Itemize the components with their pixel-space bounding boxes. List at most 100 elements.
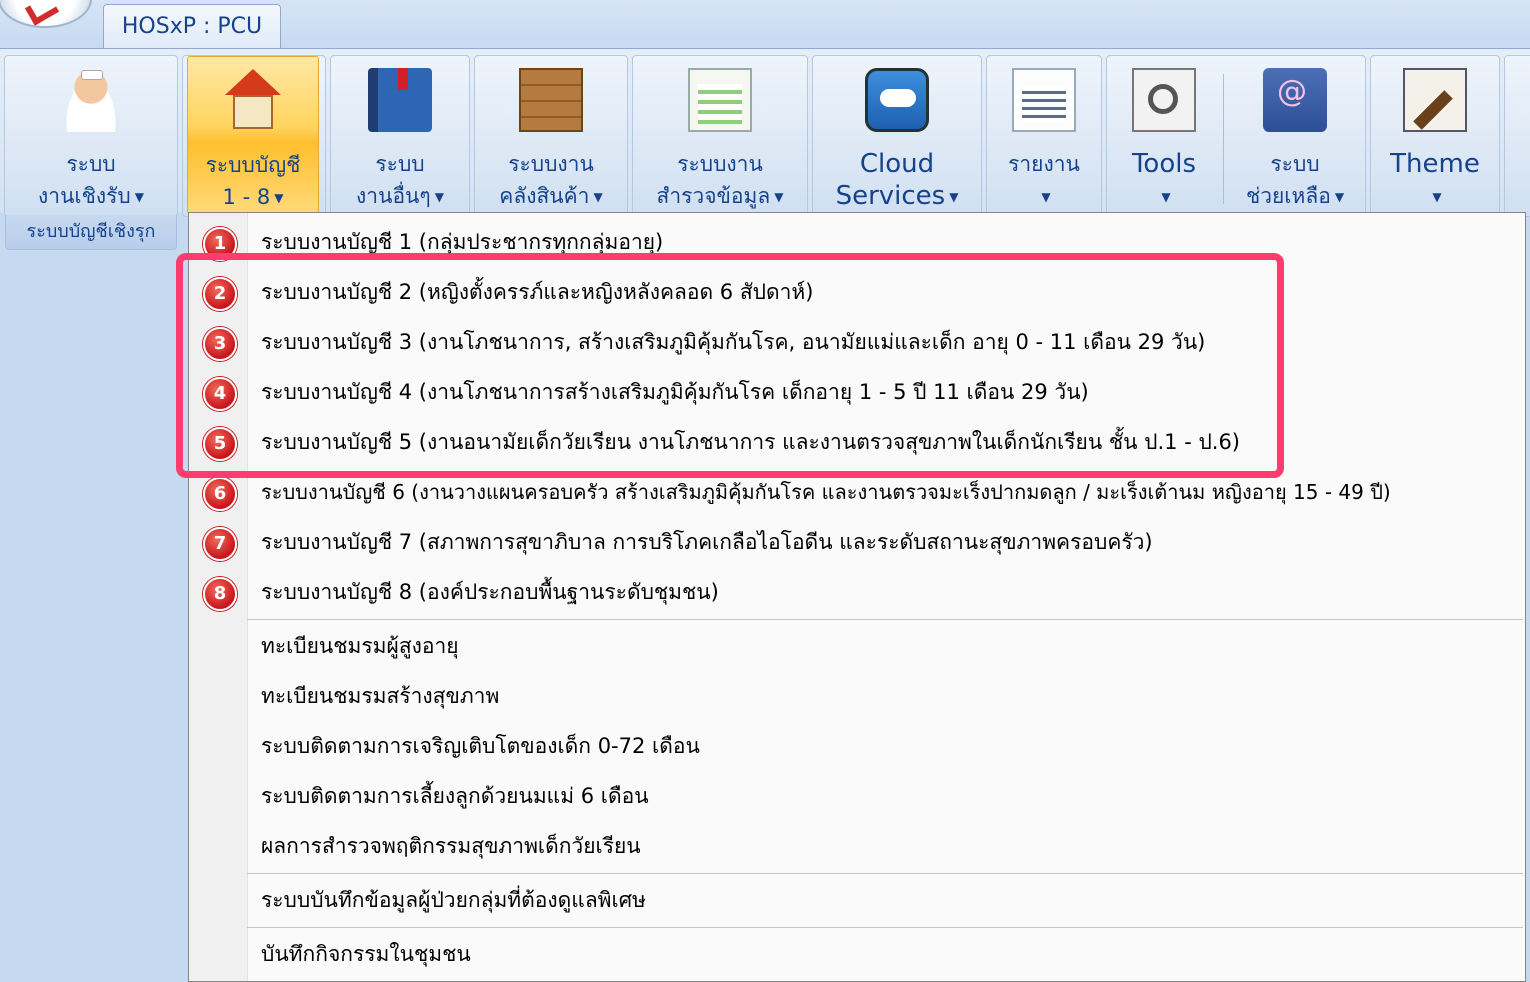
menu-item-elderly-club[interactable]: ทะเบียนชมรมผู้สูงอายุ xyxy=(189,621,1525,671)
ribbon-group-survey: ระบบงาน สำรวจข้อมูล ▼ xyxy=(632,55,808,217)
menu-item-account-1[interactable]: 1 ระบบงานบัญชี 1 (กลุ่มประชากรทุกกลุ่มอา… xyxy=(189,217,1525,267)
tab-hosxp-pcu[interactable]: HOSxP : PCU xyxy=(103,4,281,49)
number-1-badge-icon: 1 xyxy=(203,227,237,261)
inventory-label-2: คลังสินค้า xyxy=(499,184,590,208)
chevron-down-icon: ▼ xyxy=(1334,190,1345,204)
menu-item-label: ระบบบันทึกข้อมูลผู้ป่วยกลุ่มที่ต้องดูแลพ… xyxy=(261,888,646,912)
menu-item-account-3[interactable]: 3 ระบบงานบัญชี 3 (งานโภชนาการ, สร้างเสริ… xyxy=(189,317,1525,367)
other-work-button[interactable]: ระบบ งานอื่นๆ ▼ xyxy=(331,56,469,212)
menu-item-label: ระบบติดตามการเลี้ยงลูกด้วยนมแม่ 6 เดือน xyxy=(261,784,649,808)
number-2-badge-icon: 2 xyxy=(203,277,237,311)
menu-item-account-7[interactable]: 7 ระบบงานบัญชี 7 (สภาพการสุขาภิบาล การบร… xyxy=(189,517,1525,567)
tools-button[interactable]: Tools ▼ xyxy=(1107,56,1221,212)
survey-label-2: สำรวจข้อมูล xyxy=(656,184,771,208)
cloud-label-1: Cloud xyxy=(859,149,935,179)
accounts-label-2: 1 - 8 xyxy=(222,185,271,209)
menu-item-community-activity[interactable]: บันทึกกิจกรรมในชุมชน xyxy=(189,929,1525,979)
menu-item-label: ระบบงานบัญชี 1 (กลุ่มประชากรทุกกลุ่มอายุ… xyxy=(261,230,664,254)
spreadsheet-icon xyxy=(688,68,752,132)
menu-item-label: ระบบงานบัญชี 7 (สภาพการสุขาภิบาล การบริโ… xyxy=(261,530,1153,554)
report-label: รายงาน xyxy=(1008,152,1080,176)
chevron-down-icon: ▼ xyxy=(774,190,784,204)
ribbon-group-tools-help: Tools▼ ระบบช่วยเหลือ▼ xyxy=(1106,55,1366,217)
house-icon xyxy=(221,69,285,133)
report-button[interactable]: รายงาน ▼ xyxy=(987,56,1101,212)
chevron-down-icon: ▼ xyxy=(134,190,144,204)
menu-item-school-behavior-survey[interactable]: ผลการสำรวจพฤติกรรมสุขภาพเด็กวัยเรียน xyxy=(189,821,1525,871)
menu-item-label: ระบบงานบัญชี 2 (หญิงตั้งครรภ์และหญิงหลัง… xyxy=(261,280,814,304)
theme-brush-icon xyxy=(1403,68,1467,132)
theme-label: Theme xyxy=(1390,149,1480,179)
menu-item-label: บันทึกกิจกรรมในชุมชน xyxy=(261,942,471,966)
passive-work-label-2: งานเชิงรับ xyxy=(38,184,131,208)
ribbon-group-theme: Theme ▼ xyxy=(1370,55,1500,217)
logo-mark xyxy=(24,0,60,26)
theme-button[interactable]: Theme ▼ xyxy=(1371,56,1499,212)
cloud-services-button[interactable]: Cloud Services ▼ xyxy=(813,56,981,212)
menu-divider xyxy=(247,873,1523,874)
help-label-2: ช่วยเหลือ xyxy=(1245,184,1331,208)
passive-work-button[interactable]: ระบบงานเชิงรับ ▼ xyxy=(5,56,177,212)
ribbon-group-report: รายงาน ▼ xyxy=(986,55,1102,217)
accounts-label-1: ระบบบัญชี xyxy=(205,153,301,177)
ribbon-group-accounts: ระบบบัญชี 1 - 8 ▼ xyxy=(182,55,326,217)
menu-item-breastfeeding[interactable]: ระบบติดตามการเลี้ยงลูกด้วยนมแม่ 6 เดือน xyxy=(189,771,1525,821)
menu-item-account-6[interactable]: 6 ระบบงานบัญชี 6 (งานวางแผนครอบครัว สร้า… xyxy=(189,467,1525,517)
menu-item-health-club[interactable]: ทะเบียนชมรมสร้างสุขภาพ xyxy=(189,671,1525,721)
app-logo[interactable] xyxy=(0,0,92,28)
inventory-button[interactable]: ระบบงานคลังสินค้า ▼ xyxy=(475,56,627,212)
number-7-badge-icon: 7 xyxy=(203,527,237,561)
chevron-down-icon: ▼ xyxy=(593,190,603,204)
nurse-icon xyxy=(59,68,123,132)
tools-label: Tools xyxy=(1131,149,1197,179)
menu-item-account-8[interactable]: 8 ระบบงานบัญชี 8 (องค์ประกอบพื้นฐานระดับ… xyxy=(189,567,1525,617)
help-button[interactable]: ระบบช่วยเหลือ▼ xyxy=(1227,56,1363,212)
menu-item-label: ระบบงานบัญชี 5 (งานอนามัยเด็กวัยเรียน งา… xyxy=(261,430,1241,454)
menu-divider xyxy=(247,927,1523,928)
group-caption: ระบบบัญชีเชิงรุก xyxy=(5,215,177,250)
menu-item-account-2[interactable]: 2 ระบบงานบัญชี 2 (หญิงตั้งครรภ์และหญิงหล… xyxy=(189,267,1525,317)
menu-item-label: ระบบติดตามการเจริญเติบโตของเด็ก 0-72 เดื… xyxy=(261,734,700,758)
ribbon-group-cloud: Cloud Services ▼ xyxy=(812,55,982,217)
other-work-label-2: งานอื่นๆ xyxy=(356,184,431,208)
help-book-icon xyxy=(1263,68,1327,132)
chevron-down-icon: ▼ xyxy=(434,190,444,204)
ribbon-group-inventory: ระบบงานคลังสินค้า ▼ xyxy=(474,55,628,217)
ribbon-tab-strip: HOSxP : PCU xyxy=(0,0,1530,49)
menu-item-child-growth[interactable]: ระบบติดตามการเจริญเติบโตของเด็ก 0-72 เดื… xyxy=(189,721,1525,771)
menu-divider xyxy=(247,619,1523,620)
menu-item-label: ทะเบียนชมรมผู้สูงอายุ xyxy=(261,634,459,658)
menu-item-account-4[interactable]: 4 ระบบงานบัญชี 4 (งานโภชนาการสร้างเสริมภ… xyxy=(189,367,1525,417)
help-label-1: ระบบ xyxy=(1270,152,1320,176)
cloud-icon xyxy=(865,68,929,132)
menu-item-label: ระบบงานบัญชี 6 (งานวางแผนครอบครัว สร้างเ… xyxy=(261,480,1391,504)
accounts-dropdown-menu: 1 ระบบงานบัญชี 1 (กลุ่มประชากรทุกกลุ่มอา… xyxy=(188,212,1526,982)
ribbon-group-other: ระบบ งานอื่นๆ ▼ xyxy=(330,55,470,217)
menu-item-label: ผลการสำรวจพฤติกรรมสุขภาพเด็กวัยเรียน xyxy=(261,834,641,858)
chevron-down-icon: ▼ xyxy=(1041,190,1051,204)
number-4-badge-icon: 4 xyxy=(203,377,237,411)
report-icon xyxy=(1012,68,1076,132)
boxes-icon xyxy=(519,68,583,132)
survey-button[interactable]: ระบบงาน สำรวจข้อมูล ▼ xyxy=(633,56,807,212)
inventory-label-1: ระบบงาน xyxy=(508,152,594,176)
menu-item-label: ระบบงานบัญชี 3 (งานโภชนาการ, สร้างเสริมภ… xyxy=(261,330,1206,354)
book-icon xyxy=(368,68,432,132)
ribbon-group-proactive: ระบบงานเชิงรับ ▼ ระบบบัญชีเชิงรุก xyxy=(4,55,178,250)
chevron-down-icon: ▼ xyxy=(1161,189,1171,204)
ribbon-group-overflow xyxy=(1504,55,1530,217)
menu-item-account-5[interactable]: 5 ระบบงานบัญชี 5 (งานอนามัยเด็กวัยเรียน … xyxy=(189,417,1525,467)
ribbon-separator xyxy=(1223,74,1224,204)
menu-item-label: ทะเบียนชมรมสร้างสุขภาพ xyxy=(261,684,500,708)
menu-item-label: ระบบงานบัญชี 8 (องค์ประกอบพื้นฐานระดับชุ… xyxy=(261,580,719,604)
accounts-1-8-button[interactable]: ระบบบัญชี 1 - 8 ▼ xyxy=(187,56,319,214)
menu-item-label: ระบบงานบัญชี 4 (งานโภชนาการสร้างเสริมภูม… xyxy=(261,380,1089,404)
menu-item-special-care-patients[interactable]: ระบบบันทึกข้อมูลผู้ป่วยกลุ่มที่ต้องดูแลพ… xyxy=(189,875,1525,925)
chevron-down-icon: ▼ xyxy=(1432,189,1442,204)
chevron-down-icon: ▼ xyxy=(949,189,959,204)
number-3-badge-icon: 3 xyxy=(203,327,237,361)
passive-work-label-1: ระบบ xyxy=(66,152,116,176)
cloud-label-2: Services xyxy=(835,181,946,211)
chevron-down-icon: ▼ xyxy=(274,191,284,205)
number-5-badge-icon: 5 xyxy=(203,427,237,461)
